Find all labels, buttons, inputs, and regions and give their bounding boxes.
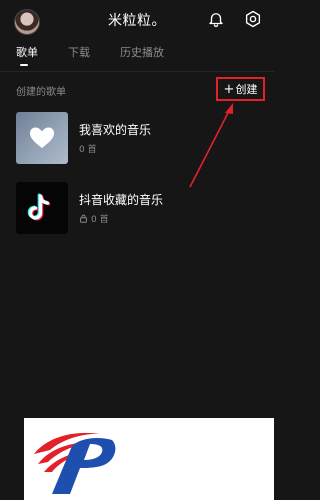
song-count: 0 首 bbox=[79, 145, 97, 155]
song-count: 0 首 bbox=[91, 215, 109, 225]
bell-icon[interactable] bbox=[207, 10, 225, 28]
header-bar: 米粒粒。 bbox=[0, 0, 274, 40]
divider bbox=[0, 71, 274, 72]
section-title: 创建的歌单 bbox=[16, 87, 66, 98]
annotation-arrow bbox=[189, 103, 233, 188]
tiktok-icon bbox=[27, 193, 51, 221]
playlist-cover bbox=[16, 112, 68, 164]
settings-icon[interactable] bbox=[244, 10, 262, 28]
playlist-title: 我喜欢的音乐 bbox=[79, 123, 152, 137]
plus-icon: + bbox=[223, 81, 235, 97]
tab-playlists[interactable]: 歌单 bbox=[16, 44, 38, 60]
create-playlist-button[interactable]: + 创建 bbox=[216, 77, 265, 101]
logo-icon bbox=[34, 432, 116, 494]
playlist-count: 0 首 bbox=[79, 142, 97, 155]
playlist-cover bbox=[16, 182, 68, 234]
username: 米粒粒。 bbox=[108, 13, 166, 29]
tab-history[interactable]: 历史播放 bbox=[120, 44, 164, 60]
playlist-count: 0 首 bbox=[79, 212, 109, 225]
active-tab-indicator bbox=[20, 64, 28, 66]
tab-downloads[interactable]: 下载 bbox=[68, 44, 90, 60]
heart-icon bbox=[30, 127, 54, 148]
create-label: 创建 bbox=[235, 83, 258, 96]
lock-icon bbox=[80, 214, 87, 223]
playlist-title: 抖音收藏的音乐 bbox=[79, 193, 164, 207]
profile-page: 米粒粒。 歌单 下载 历史播放 创建的歌单 + 创建 我喜欢的音乐 0 首 抖音… bbox=[0, 0, 274, 412]
